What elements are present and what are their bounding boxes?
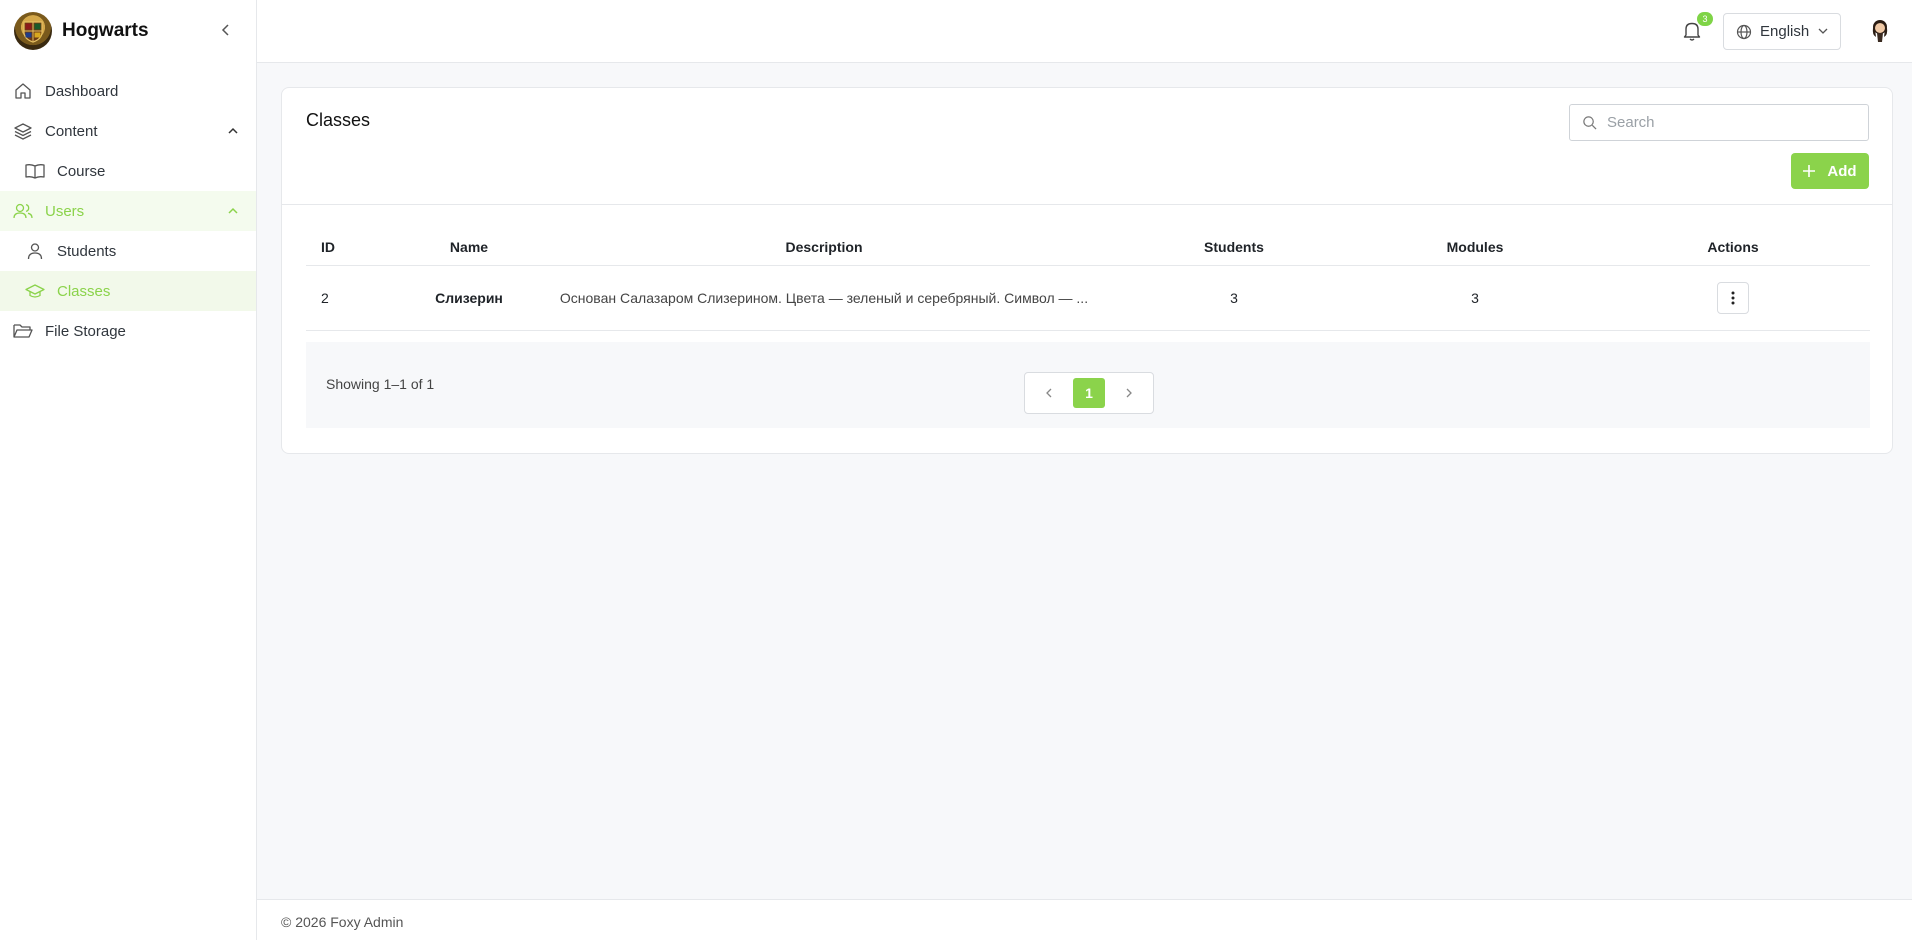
column-header-students[interactable]: Students: [1114, 239, 1354, 255]
cell-modules: 3: [1471, 290, 1479, 306]
column-header-id[interactable]: ID: [306, 239, 404, 255]
add-button-label: Add: [1827, 162, 1857, 180]
language-label: English: [1760, 23, 1810, 40]
sidebar-item-course[interactable]: Course: [0, 151, 256, 191]
table-footer: Showing 1–1 of 1 1: [306, 342, 1870, 428]
sidebar-item-label: Classes: [57, 282, 111, 300]
users-icon: [13, 201, 33, 221]
chevron-up-icon: [227, 203, 239, 219]
sidebar-item-label: Students: [57, 242, 117, 260]
brand-name: Hogwarts: [62, 20, 149, 41]
sidebar-item-students[interactable]: Students: [0, 231, 256, 271]
pagination-summary: Showing 1–1 of 1: [326, 376, 435, 392]
layers-icon: [13, 121, 33, 141]
more-vertical-icon: [1731, 291, 1735, 305]
sidebar-item-label: Content: [45, 122, 98, 140]
sidebar-item-label: Dashboard: [45, 82, 119, 100]
chevron-up-icon: [227, 123, 239, 139]
chevron-left-icon: [1046, 388, 1052, 398]
language-select[interactable]: English: [1723, 13, 1841, 50]
sidebar-item-users[interactable]: Users: [0, 191, 256, 231]
sidebar-item-label: Users: [45, 202, 85, 220]
table-row[interactable]: 2 Слизерин Основан Салазаром Слизерином.…: [306, 266, 1870, 331]
classes-table: ID Name Description Students Modules Act…: [306, 228, 1870, 331]
cell-description: Основан Салазаром Слизерином. Цвета — зе…: [559, 290, 1089, 306]
page-title: Classes: [306, 110, 371, 130]
sidebar-item-label: Course: [57, 162, 106, 180]
row-actions-button[interactable]: [1717, 282, 1749, 314]
sidebar-item-file-storage[interactable]: File Storage: [0, 311, 256, 351]
folder-icon: [13, 321, 33, 341]
chevron-right-icon: [1126, 388, 1132, 398]
collapse-sidebar-button[interactable]: [218, 20, 234, 40]
globe-icon: [1736, 24, 1752, 39]
column-header-actions: Actions: [1707, 238, 1759, 255]
pagination: 1: [1024, 372, 1154, 414]
user-icon: [25, 241, 45, 261]
page-footer: © 2026 Foxy Admin: [257, 899, 1912, 940]
home-icon: [13, 81, 33, 101]
add-button[interactable]: Add: [1791, 153, 1869, 189]
cell-id: 2: [321, 290, 329, 306]
table-header: ID Name Description Students Modules Act…: [306, 228, 1870, 266]
cell-name: Слизерин: [435, 290, 503, 306]
chevron-down-icon: [1818, 28, 1828, 34]
cell-actions: [1596, 282, 1870, 314]
user-avatar[interactable]: [1865, 16, 1895, 46]
book-icon: [25, 161, 45, 181]
top-header: 3 English: [257, 0, 1912, 63]
graduation-cap-icon: [25, 281, 45, 301]
search-box[interactable]: [1569, 104, 1869, 141]
copyright-text: © 2026 Foxy Admin: [281, 914, 404, 930]
sidebar-item-label: File Storage: [45, 322, 126, 340]
plus-icon: [1803, 165, 1816, 177]
avatar-image: [1872, 20, 1888, 42]
sidebar-item-content[interactable]: Content: [0, 111, 256, 151]
hogwarts-crest-logo: [14, 12, 52, 50]
sidebar-nav: Dashboard Content Course Users Students …: [0, 71, 256, 351]
previous-page-button[interactable]: [1043, 386, 1055, 400]
search-icon: [1583, 116, 1597, 130]
divider: [282, 204, 1892, 205]
next-page-button[interactable]: [1123, 386, 1135, 400]
search-input[interactable]: [1607, 114, 1847, 131]
chevron-left-icon: [221, 24, 229, 36]
column-header-description[interactable]: Description: [534, 239, 1114, 255]
sidebar-item-dashboard[interactable]: Dashboard: [0, 71, 256, 111]
sidebar: Hogwarts Dashboard Content Course Users …: [0, 0, 257, 940]
column-header-modules[interactable]: Modules: [1354, 239, 1596, 255]
sidebar-item-classes[interactable]: Classes: [0, 271, 256, 311]
classes-card: Classes Add ID Name Description Students…: [281, 87, 1893, 454]
cell-students: 3: [1230, 290, 1238, 306]
column-header-name[interactable]: Name: [404, 239, 534, 255]
notification-count-badge: 3: [1697, 12, 1713, 26]
page-1-button[interactable]: 1: [1073, 378, 1105, 408]
